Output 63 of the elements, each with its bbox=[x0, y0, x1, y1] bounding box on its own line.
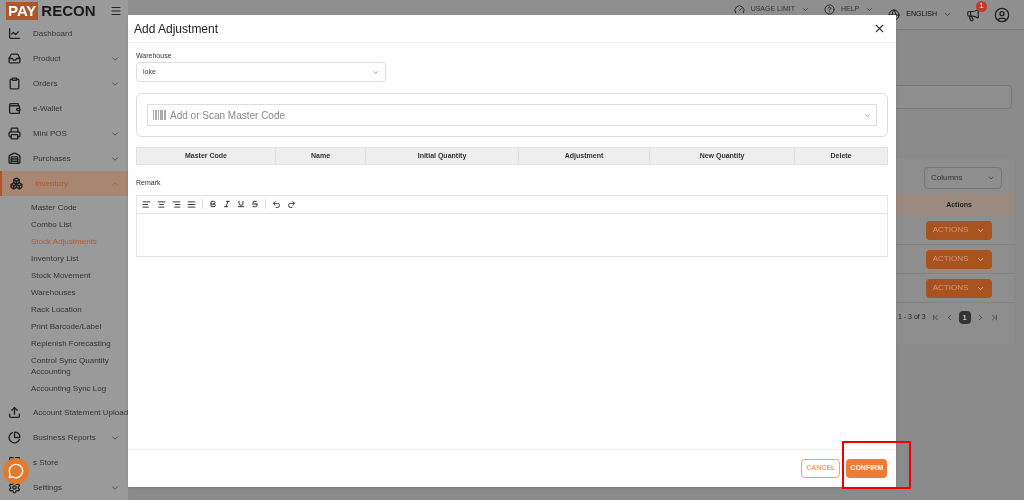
bold-icon[interactable] bbox=[209, 200, 217, 208]
pie-chart-icon bbox=[8, 431, 21, 444]
submenu-item[interactable]: Accounting Sync Log bbox=[0, 380, 128, 397]
caret-icon bbox=[987, 174, 995, 182]
submenu-item[interactable]: Warehouses bbox=[0, 284, 128, 301]
menu-icon[interactable] bbox=[110, 4, 122, 17]
columns-select[interactable]: Columns bbox=[924, 167, 1002, 189]
submenu-item[interactable]: Rack Location bbox=[0, 301, 128, 318]
sidebar-item[interactable]: Orders bbox=[0, 71, 128, 96]
undo-icon[interactable] bbox=[272, 199, 281, 209]
caret-icon bbox=[864, 111, 871, 119]
scan-input[interactable]: Add or Scan Master Code bbox=[170, 107, 860, 123]
submenu-item[interactable]: Combo List bbox=[0, 216, 128, 233]
redo-icon[interactable] bbox=[287, 199, 296, 209]
align-justify-icon[interactable] bbox=[187, 199, 196, 209]
submenu-item[interactable]: Print Barcode/Label bbox=[0, 318, 128, 335]
printer-icon bbox=[8, 127, 21, 140]
submenu-item[interactable]: Replenish Forecasting bbox=[0, 335, 128, 352]
globe-icon bbox=[888, 8, 901, 21]
help-icon bbox=[823, 4, 835, 15]
megaphone-icon[interactable] bbox=[966, 7, 980, 22]
align-right-icon[interactable] bbox=[172, 199, 181, 209]
submenu-item[interactable]: Stock Movement bbox=[0, 267, 128, 284]
sidebar-item[interactable]: Purchases bbox=[0, 146, 128, 171]
upload-icon bbox=[8, 406, 21, 419]
clipboard-icon bbox=[8, 77, 21, 90]
close-icon[interactable] bbox=[873, 22, 886, 35]
dialog-title: Add Adjustment bbox=[134, 20, 219, 38]
align-center-icon[interactable] bbox=[157, 199, 166, 209]
submenu-item[interactable]: Inventory List bbox=[0, 250, 128, 267]
chat-icon bbox=[8, 463, 24, 479]
strikethrough-icon[interactable] bbox=[251, 200, 259, 208]
sidebar-item[interactable]: e-Wallet bbox=[0, 96, 128, 121]
caret-icon bbox=[943, 10, 952, 19]
submenu-item[interactable]: Control Sync Quantity Accounting bbox=[0, 352, 128, 380]
highlight-box bbox=[842, 441, 911, 489]
notification-badge: 1 bbox=[976, 0, 987, 12]
submenu-item[interactable]: Master Code bbox=[0, 199, 128, 216]
caret-icon bbox=[372, 68, 379, 76]
gauge-icon bbox=[733, 4, 745, 15]
sidebar-item[interactable]: Mini POS bbox=[0, 121, 128, 146]
page-button[interactable]: 1 bbox=[958, 311, 971, 324]
chart-icon bbox=[8, 27, 21, 40]
tray-icon bbox=[8, 52, 21, 65]
sidebar-item[interactable]: Account Statement Upload bbox=[0, 400, 128, 425]
sidebar-item[interactable]: Product bbox=[0, 46, 128, 71]
sidebar-item[interactable]: Settings bbox=[0, 475, 128, 500]
logo-mark: PAY bbox=[6, 1, 39, 20]
sidebar-item[interactable]: Business Reports bbox=[0, 425, 128, 450]
logo-text: RECON bbox=[41, 1, 96, 20]
scan-field[interactable]: Add or Scan Master Code bbox=[147, 104, 877, 126]
warehouse-icon bbox=[8, 152, 21, 165]
boxes-icon bbox=[10, 177, 23, 190]
caret-icon bbox=[800, 5, 810, 14]
align-left-icon[interactable] bbox=[142, 199, 151, 209]
underline-icon[interactable] bbox=[237, 200, 245, 208]
user-icon[interactable] bbox=[994, 6, 1010, 23]
sidebar-item[interactable]: Dashboard bbox=[0, 21, 128, 46]
wallet-icon bbox=[8, 102, 21, 115]
italic-icon[interactable] bbox=[223, 200, 231, 208]
caret-icon bbox=[865, 5, 875, 14]
settings-icon bbox=[8, 481, 21, 494]
barcode-icon bbox=[153, 110, 166, 120]
